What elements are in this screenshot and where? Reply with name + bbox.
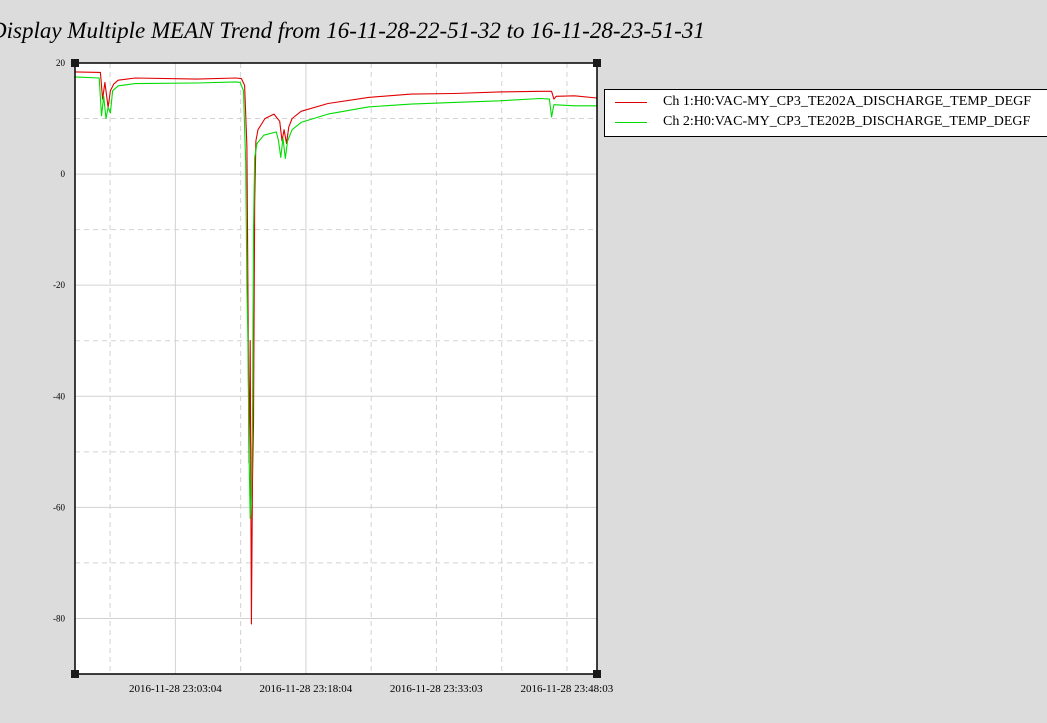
plot-area: [75, 63, 597, 674]
corner-handle: [71, 670, 79, 678]
x-axis-ticks: 2016-11-28 23:03:04 2016-11-28 23:18:04 20…: [129, 683, 614, 695]
legend-swatch-ch2: [615, 122, 647, 123]
y-tick-label: -20: [53, 280, 65, 290]
legend-label-ch2: Ch 2:H0:VAC-MY_CP3_TE202B_DISCHARGE_TEMP…: [663, 114, 1031, 129]
x-tick-label: 2016-11-28 23:03:04: [129, 683, 222, 695]
corner-handle: [593, 670, 601, 678]
corner-handle: [593, 59, 601, 67]
x-tick-label: 2016-11-28 23:18:04: [260, 683, 353, 695]
legend-label-ch1: Ch 1:H0:VAC-MY_CP3_TE202A_DISCHARGE_TEMP…: [663, 94, 1032, 109]
y-tick-label: -40: [53, 391, 65, 401]
y-tick-label: -60: [53, 502, 65, 512]
x-tick-label: 2016-11-28 23:33:03: [390, 683, 483, 695]
legend: Ch 1:H0:VAC-MY_CP3_TE202A_DISCHARGE_TEMP…: [604, 89, 1047, 137]
x-tick-label: 2016-11-28 23:48:03: [520, 683, 613, 695]
legend-swatch-ch1: [615, 102, 647, 103]
y-tick-label: 0: [61, 169, 66, 179]
legend-entry-ch2: Ch 2:H0:VAC-MY_CP3_TE202B_DISCHARGE_TEMP…: [605, 112, 1047, 132]
y-axis-ticks: 20 0 -20 -40 -60 -80: [53, 58, 66, 623]
legend-entry-ch1: Ch 1:H0:VAC-MY_CP3_TE202A_DISCHARGE_TEMP…: [605, 92, 1047, 112]
corner-handle: [71, 59, 79, 67]
y-tick-label: -80: [53, 613, 65, 623]
y-tick-label: 20: [56, 58, 66, 68]
